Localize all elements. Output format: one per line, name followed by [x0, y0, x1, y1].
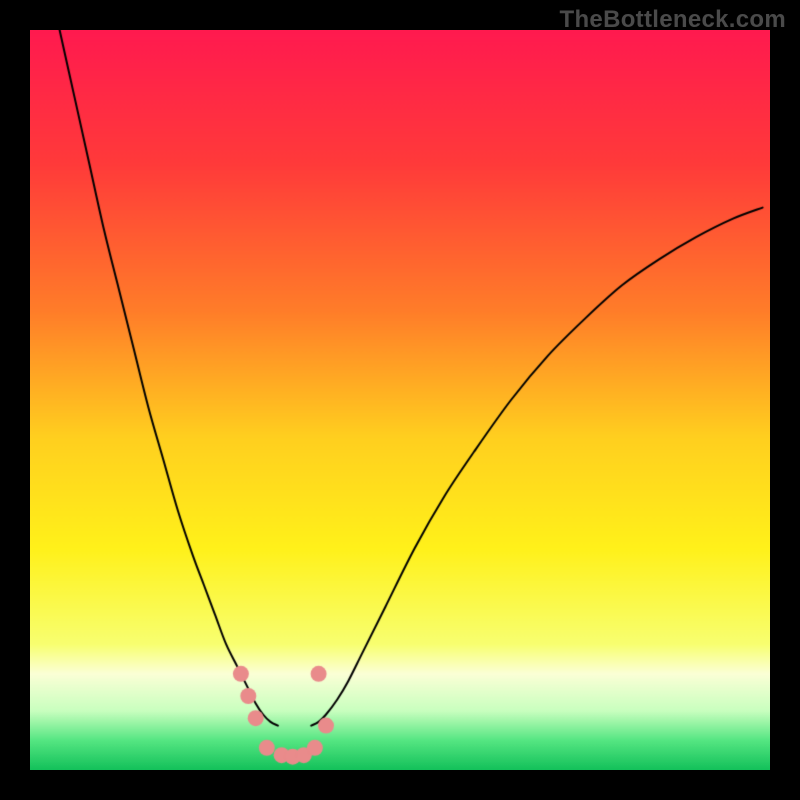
plot-area — [30, 30, 770, 770]
bottleneck-curve-chart — [30, 30, 770, 770]
outer-frame: TheBottleneck.com — [0, 0, 800, 800]
